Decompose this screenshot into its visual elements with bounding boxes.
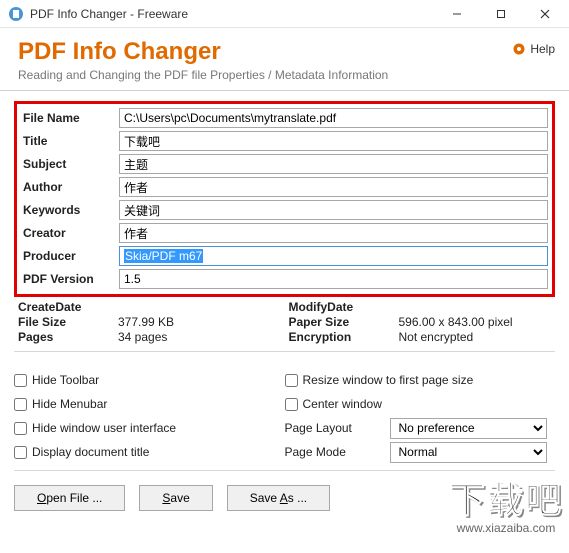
keywords-label: Keywords (21, 203, 119, 217)
header: PDF Info Changer Reading and Changing th… (0, 28, 569, 90)
title-input[interactable] (119, 131, 548, 151)
paper-size-label: Paper Size (289, 315, 399, 329)
create-date-label: CreateDate (18, 300, 118, 314)
open-file-button[interactable]: Open File ... (14, 485, 125, 511)
pdf-version-label: PDF Version (21, 272, 119, 286)
help-button[interactable]: Help (512, 42, 555, 56)
resize-window-label: Resize window to first page size (303, 373, 474, 387)
page-mode-select[interactable]: Normal (390, 442, 548, 463)
display-doc-title-checkbox[interactable] (14, 446, 27, 459)
help-gear-icon (512, 42, 526, 56)
paper-size-value: 596.00 x 843.00 pixel (399, 315, 513, 329)
display-doc-title-label: Display document title (32, 445, 149, 459)
hide-window-ui-label: Hide window user interface (32, 421, 176, 435)
page-layout-select[interactable]: No preference (390, 418, 548, 439)
author-label: Author (21, 180, 119, 194)
save-button[interactable]: Save (139, 485, 212, 511)
producer-selected-text: Skia/PDF m67 (124, 249, 203, 263)
hide-toolbar-label: Hide Toolbar (32, 373, 99, 387)
modify-date-label: ModifyDate (289, 300, 399, 314)
title-label: Title (21, 134, 119, 148)
hide-menubar-checkbox[interactable] (14, 398, 27, 411)
titlebar: PDF Info Changer - Freeware (0, 0, 569, 28)
creator-label: Creator (21, 226, 119, 240)
encryption-label: Encryption (289, 330, 399, 344)
file-name-label: File Name (21, 111, 119, 125)
page-layout-label: Page Layout (285, 421, 390, 435)
resize-window-checkbox[interactable] (285, 374, 298, 387)
save-as-button[interactable]: Save As ... (227, 485, 330, 511)
creator-input[interactable] (119, 223, 548, 243)
file-name-input[interactable] (119, 108, 548, 128)
window-title: PDF Info Changer - Freeware (30, 7, 435, 21)
pages-value: 34 pages (118, 330, 167, 344)
app-title: PDF Info Changer (18, 38, 551, 66)
hide-window-ui-checkbox[interactable] (14, 422, 27, 435)
section-divider-1 (14, 351, 555, 352)
app-subtitle: Reading and Changing the PDF file Proper… (18, 68, 551, 82)
maximize-button[interactable] (479, 0, 523, 28)
app-icon (8, 6, 24, 22)
encryption-value: Not encrypted (399, 330, 474, 344)
help-label: Help (530, 42, 555, 56)
keywords-input[interactable] (119, 200, 548, 220)
subject-input[interactable] (119, 154, 548, 174)
section-divider-2 (14, 470, 555, 471)
center-window-label: Center window (303, 397, 382, 411)
hide-toolbar-checkbox[interactable] (14, 374, 27, 387)
close-button[interactable] (523, 0, 567, 28)
button-bar: Open File ... Save Save As ... (0, 475, 569, 521)
file-size-label: File Size (18, 315, 118, 329)
editable-fields-group: File Name Title Subject Author Keywords … (14, 101, 555, 297)
center-window-checkbox[interactable] (285, 398, 298, 411)
page-mode-label: Page Mode (285, 445, 390, 459)
producer-label: Producer (21, 249, 119, 263)
watermark-url: www.xiazaiba.com (449, 521, 563, 535)
file-size-value: 377.99 KB (118, 315, 174, 329)
pages-label: Pages (18, 330, 118, 344)
view-options: Hide Toolbar Hide Menubar Hide window us… (0, 364, 569, 466)
pdf-version-input[interactable] (119, 269, 548, 289)
hide-menubar-label: Hide Menubar (32, 397, 107, 411)
subject-label: Subject (21, 157, 119, 171)
producer-input[interactable]: Skia/PDF m67 (119, 246, 548, 266)
author-input[interactable] (119, 177, 548, 197)
minimize-button[interactable] (435, 0, 479, 28)
